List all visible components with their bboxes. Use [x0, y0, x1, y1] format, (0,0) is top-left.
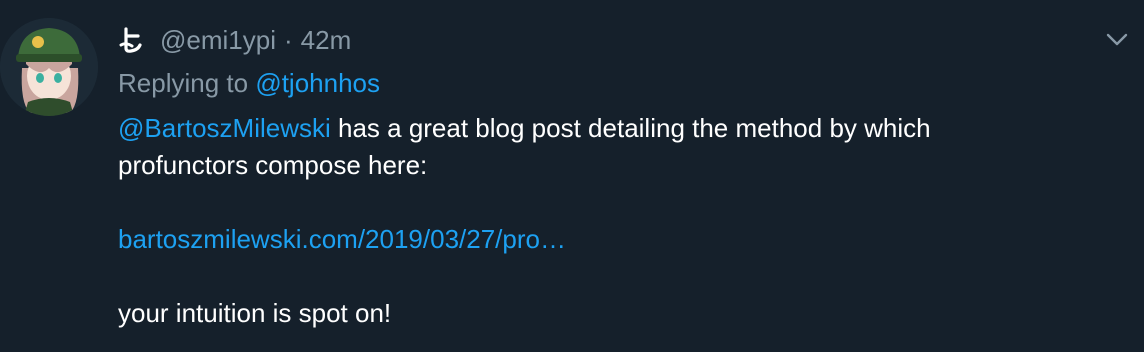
reply-context: Replying to @tjohnhos	[118, 64, 380, 102]
display-name-glyph	[119, 27, 142, 53]
tweet-text-line-1: @BartoszMilewski has a great blog post d…	[118, 110, 1118, 147]
url-link[interactable]: bartoszmilewski.com/2019/03/27/pro…	[118, 224, 566, 254]
closing-text: your intuition is spot on!	[118, 298, 392, 328]
separator-dot: ·	[283, 25, 293, 55]
tweet-text-line-2: profunctors compose here:	[118, 150, 428, 180]
avatar-image	[0, 18, 98, 116]
mention-link[interactable]: @BartoszMilewski	[118, 113, 331, 143]
chevron-down-icon[interactable]	[1104, 26, 1130, 52]
display-name[interactable]	[118, 20, 146, 60]
tweet-header: @emi1ypi · 42m	[118, 20, 351, 60]
reply-prefix: Replying to	[118, 68, 249, 98]
reply-to-mention[interactable]: @tjohnhos	[255, 68, 380, 98]
tweet-card[interactable]: @emi1ypi · 42m Replying to @tjohnhos @Ba…	[0, 0, 1144, 352]
tweet-text: has a great blog post detailing the meth…	[330, 113, 931, 143]
tweet-body: @BartoszMilewski has a great blog post d…	[118, 110, 1118, 332]
user-handle[interactable]: @emi1ypi	[160, 20, 276, 60]
avatar[interactable]	[0, 18, 98, 116]
tweet-timestamp[interactable]: 42m	[301, 20, 352, 60]
